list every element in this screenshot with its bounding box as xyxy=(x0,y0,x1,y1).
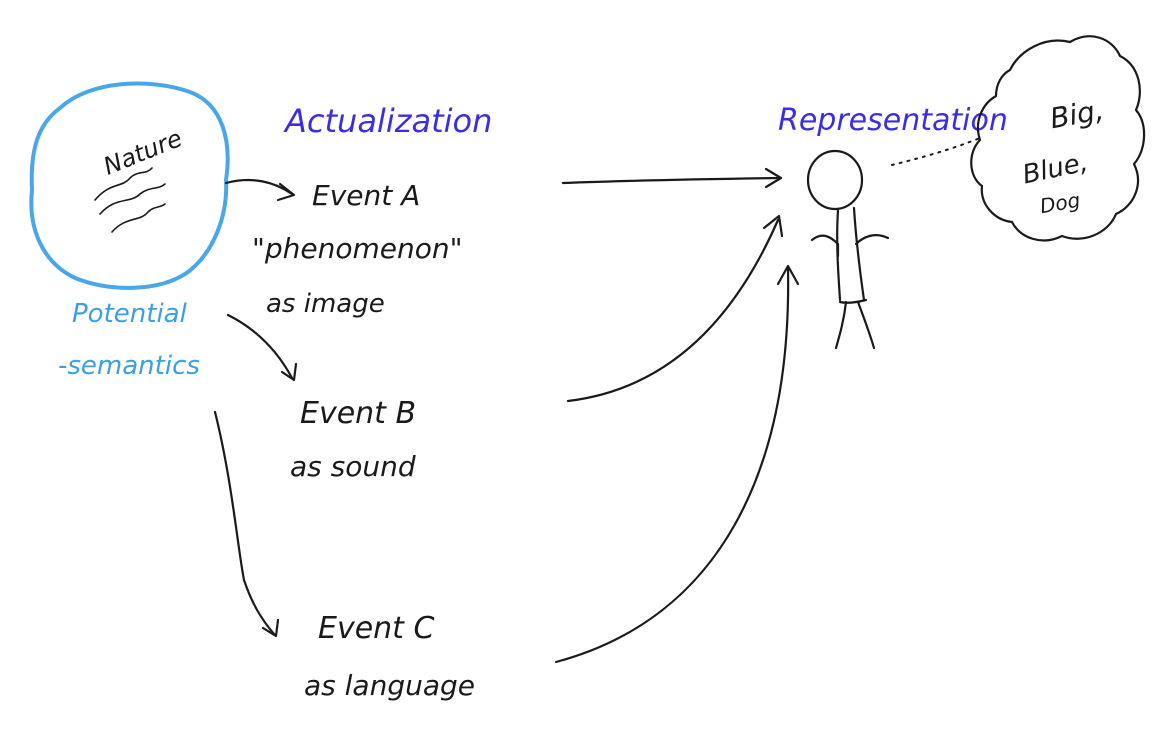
nature-blob-outline xyxy=(29,81,230,290)
thought-connector-dots xyxy=(891,137,981,166)
event-b-medium: as sound xyxy=(290,450,416,483)
person-body-right xyxy=(852,206,866,302)
event-c-medium: as language xyxy=(304,669,475,702)
potential-label: Potential xyxy=(72,299,188,329)
person-leg-left xyxy=(834,300,848,350)
person-leg-right xyxy=(856,300,876,350)
arrow-event-a-to-person xyxy=(561,167,783,189)
thought-word-blue: Blue, xyxy=(1020,147,1091,190)
diagram-canvas: Nature Potential -semantics Actualizatio… xyxy=(0,0,1166,746)
thought-word-big: Big, xyxy=(1048,93,1107,135)
actualization-heading: Actualization xyxy=(283,102,492,140)
semantics-label: -semantics xyxy=(58,351,200,381)
arrow-nature-to-event-a xyxy=(224,178,296,202)
thought-cloud: Big, Blue, Dog xyxy=(970,35,1146,242)
arrow-nature-to-event-b xyxy=(226,313,298,382)
person-figure xyxy=(806,149,890,350)
nature-squiggle-3 xyxy=(111,203,166,233)
person-body-bottom xyxy=(838,298,868,304)
arrow-event-c-to-person xyxy=(554,264,800,664)
arrow-event-b-to-person xyxy=(566,214,784,403)
event-a-phenomenon: "phenomenon" xyxy=(252,232,463,265)
representation-heading: Representation xyxy=(778,103,1008,138)
arrow-nature-to-event-c xyxy=(213,410,280,638)
event-b-title: Event B xyxy=(300,396,416,431)
nature-node: Nature xyxy=(29,81,230,290)
person-head xyxy=(806,149,864,211)
event-a-medium: as image xyxy=(266,289,385,319)
concept-diagram: Nature Potential -semantics Actualizatio… xyxy=(29,35,1146,702)
person-arm-right xyxy=(854,234,890,246)
event-b-node: Event B as sound xyxy=(290,396,416,483)
event-a-node: Event A "phenomenon" as image xyxy=(252,179,463,319)
event-a-title: Event A xyxy=(312,179,420,212)
event-c-node: Event C as language xyxy=(304,611,475,702)
person-arm-left xyxy=(810,234,840,258)
event-c-title: Event C xyxy=(318,611,434,646)
thought-word-dog: Dog xyxy=(1038,188,1082,219)
